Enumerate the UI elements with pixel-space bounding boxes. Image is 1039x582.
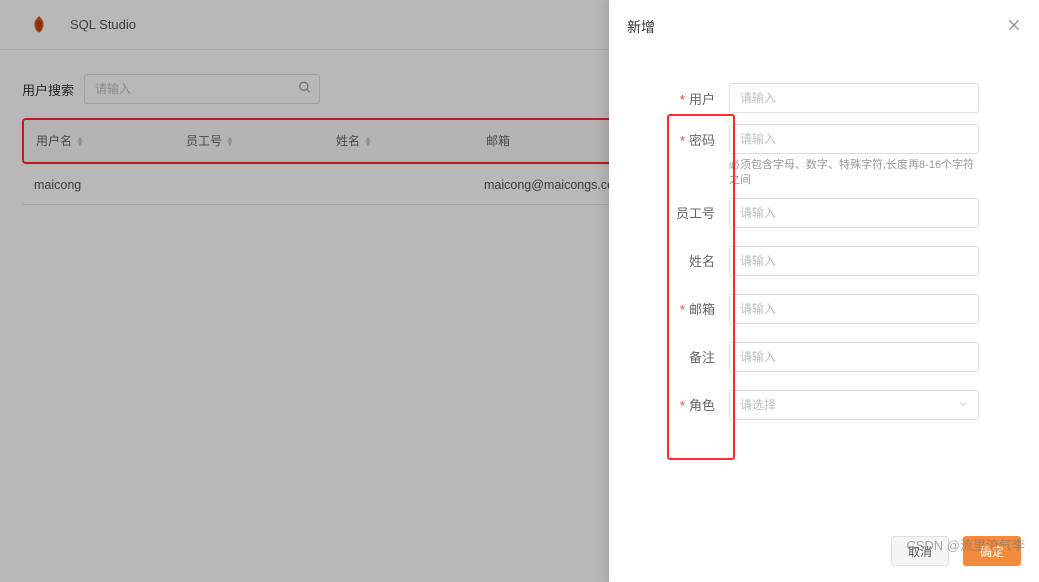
add-user-drawer: 新增 *用户 *密码 必须包含字母、数字、特殊字符,长度再8-16个字符之间 员…: [609, 0, 1039, 582]
field-role: *角色 请选择: [621, 381, 979, 429]
input-employee[interactable]: [729, 198, 979, 228]
label-email: *邮箱: [621, 299, 729, 318]
label-name: 姓名: [621, 251, 729, 270]
label-user: *用户: [621, 89, 729, 108]
select-role-placeholder: 请选择: [740, 396, 776, 413]
field-remark: 备注: [621, 333, 979, 381]
drawer-header: 新增: [609, 0, 1039, 54]
field-employee: 员工号: [621, 189, 979, 237]
close-icon[interactable]: [1007, 18, 1021, 37]
input-email[interactable]: [729, 294, 979, 324]
label-password: *密码: [621, 124, 729, 149]
input-password[interactable]: [729, 124, 979, 154]
drawer-body: *用户 *密码 必须包含字母、数字、特殊字符,长度再8-16个字符之间 员工号 …: [609, 54, 1039, 520]
field-email: *邮箱: [621, 285, 979, 333]
input-remark[interactable]: [729, 342, 979, 372]
label-role: *角色: [621, 395, 729, 414]
password-hint: 必须包含字母、数字、特殊字符,长度再8-16个字符之间: [729, 158, 979, 189]
field-user: *用户: [621, 74, 979, 122]
input-name[interactable]: [729, 246, 979, 276]
field-name: 姓名: [621, 237, 979, 285]
chevron-down-icon: [958, 398, 968, 412]
label-employee: 员工号: [621, 203, 729, 222]
input-user[interactable]: [729, 83, 979, 113]
label-remark: 备注: [621, 347, 729, 366]
field-password: *密码 必须包含字母、数字、特殊字符,长度再8-16个字符之间: [621, 122, 979, 189]
drawer-title: 新增: [627, 17, 655, 37]
select-role[interactable]: 请选择: [729, 390, 979, 420]
watermark: CSDN @流里流气李: [906, 535, 1025, 554]
